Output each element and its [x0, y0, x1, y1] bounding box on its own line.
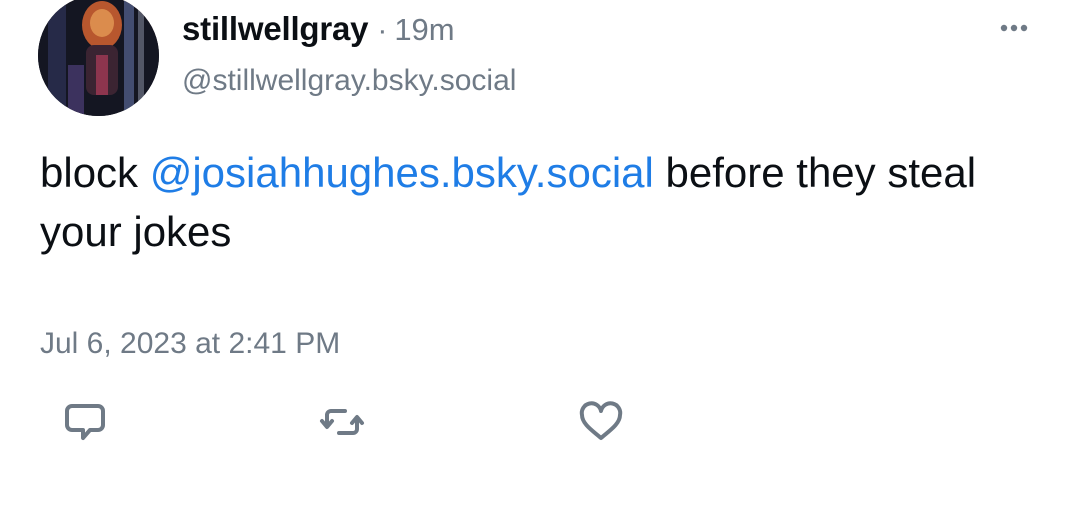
reply-bubble-icon — [65, 404, 105, 440]
post-text-start: block — [40, 149, 150, 196]
more-options-button[interactable] — [996, 14, 1032, 42]
author-line: stillwellgray · 19m — [182, 10, 455, 54]
like-button[interactable] — [577, 398, 625, 446]
post-text: block @josiahhughes.bsky.social before t… — [40, 143, 1040, 261]
mention-link[interactable]: @josiahhughes.bsky.social — [150, 149, 654, 196]
post-time-ago[interactable]: 19m — [394, 12, 454, 48]
more-horizontal-icon — [1000, 24, 1028, 32]
post-timestamp: Jul 6, 2023 at 2:41 PM — [40, 327, 341, 360]
author-handle[interactable]: @stillwellgray.bsky.social — [182, 64, 516, 98]
heart-icon — [579, 401, 623, 440]
author-avatar[interactable] — [38, 0, 159, 116]
meta-separator: · — [377, 14, 388, 47]
post-card: stillwellgray · 19m @stillwellgray.bsky.… — [0, 0, 1080, 507]
repost-button[interactable] — [318, 398, 366, 446]
repost-icon — [320, 409, 364, 435]
reply-button[interactable] — [61, 398, 109, 446]
author-display-name[interactable]: stillwellgray — [182, 10, 369, 48]
avatar-image — [38, 0, 159, 116]
